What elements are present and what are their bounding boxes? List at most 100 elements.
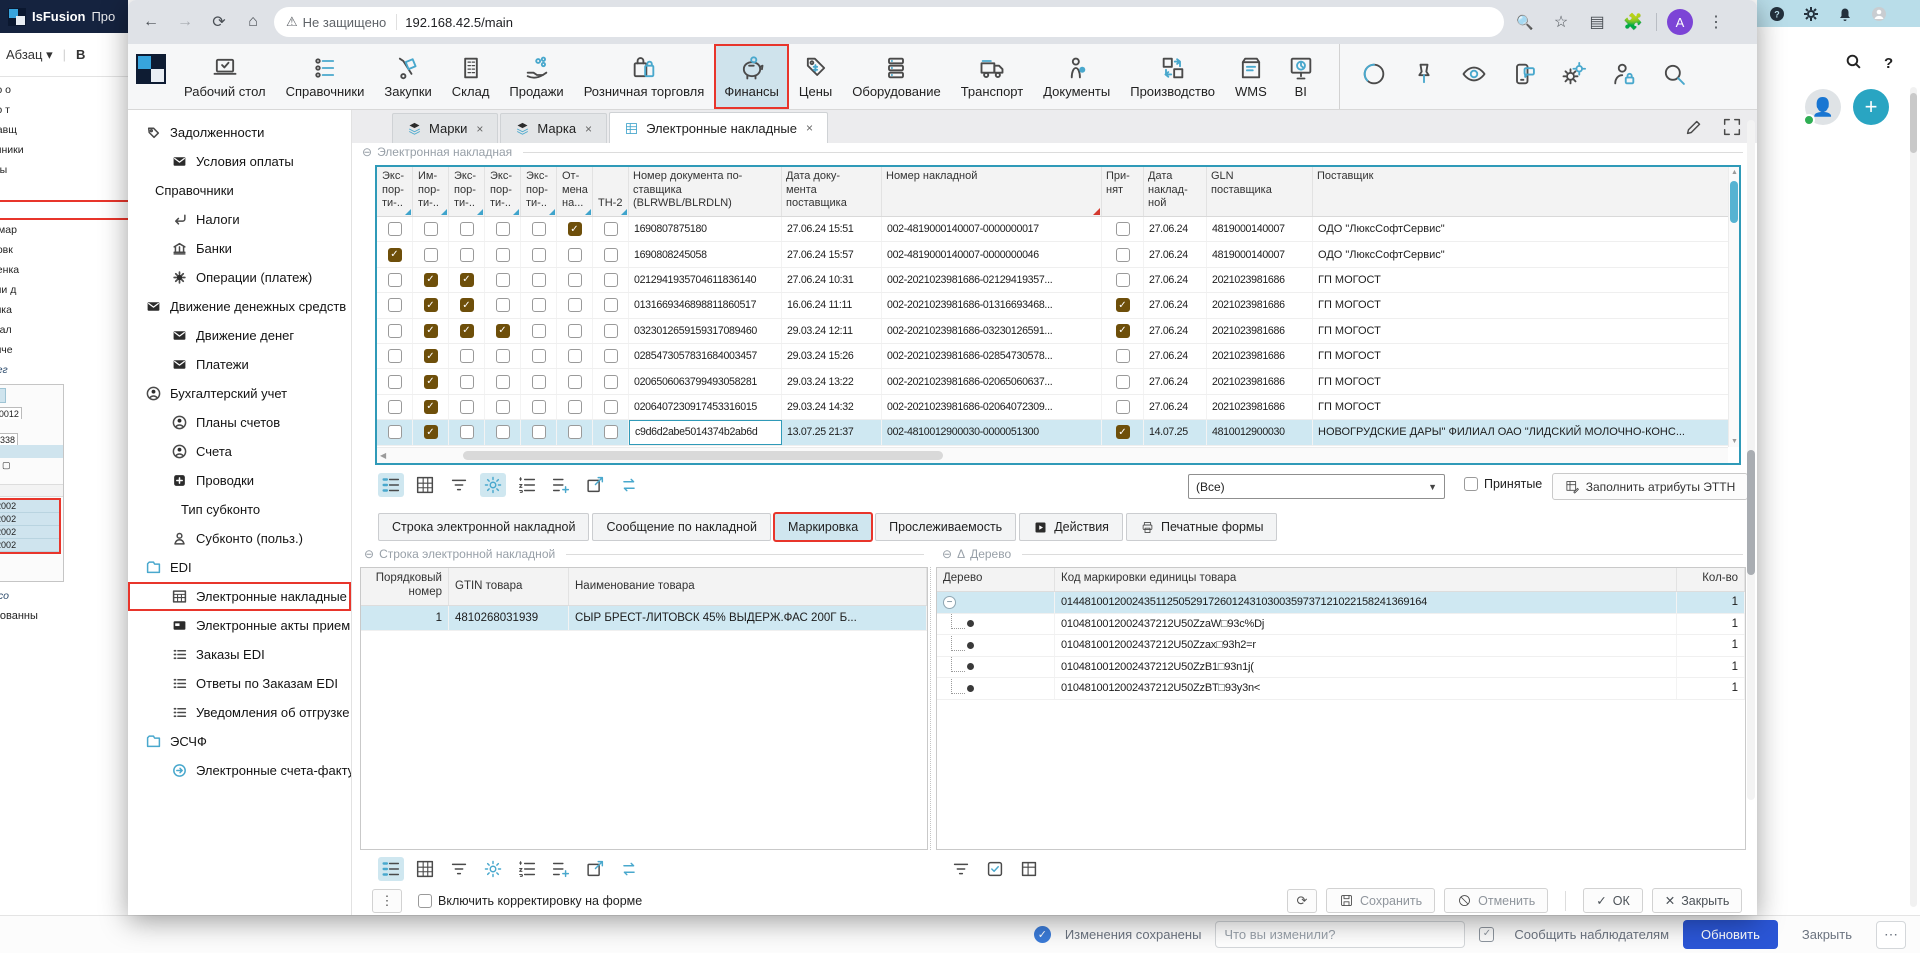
sidebar-item-4[interactable]: Банки: [128, 234, 351, 263]
marking-code[interactable]: 0104810012002437212U50ZzB1□93n1j(: [1055, 657, 1677, 678]
sidebar-item-17[interactable]: Электронные акты приемки: [128, 611, 351, 640]
row-checkbox[interactable]: [496, 248, 510, 262]
eye-button[interactable]: [1460, 60, 1488, 93]
cell-doc-number[interactable]: 0323012659159317089460: [629, 319, 782, 343]
sidebar-item-10[interactable]: Планы счетов: [128, 408, 351, 437]
cell-waybill[interactable]: 002-2021023981686-01316693468...: [882, 293, 1102, 317]
table-row-7[interactable]: ✓020640723091745331601529.03.24 14:32002…: [377, 395, 1739, 420]
accepted-row-checkbox[interactable]: ✓: [1116, 324, 1130, 338]
tree-table-header[interactable]: Дерево Код маркировки единицы товара Кол…: [937, 568, 1745, 592]
cell-doc-date[interactable]: 13.07.25 21:37: [782, 420, 882, 444]
row-checkbox[interactable]: [388, 324, 402, 338]
cell-doc-date[interactable]: 27.06.24 15:57: [782, 242, 882, 266]
accepted-filter[interactable]: Принятые: [1464, 477, 1542, 491]
help-link[interactable]: ?: [1884, 55, 1893, 72]
row-checkbox[interactable]: [604, 375, 618, 389]
collapse-icon[interactable]: ⊖: [362, 145, 372, 159]
tb-grid-button[interactable]: [412, 857, 438, 881]
tree-row-0[interactable]: − 01448100120024351125052917260124310300…: [937, 592, 1745, 614]
sidebar-item-13[interactable]: Тип субконто: [128, 495, 351, 524]
cell-waybill[interactable]: 002-2021023981686-02854730578...: [882, 344, 1102, 368]
row-checkbox[interactable]: [388, 375, 402, 389]
sidebar-item-0[interactable]: Задолженности: [128, 118, 351, 147]
filter-select[interactable]: (Все)▼: [1188, 474, 1445, 499]
cell-supplier[interactable]: ГП МОГОСТ: [1313, 293, 1739, 317]
cell-date[interactable]: 27.06.24: [1144, 293, 1207, 317]
cell-waybill[interactable]: 002-4810012900030-0000051300: [882, 420, 1102, 444]
cell-date[interactable]: 27.06.24: [1144, 344, 1207, 368]
row-checkbox[interactable]: [532, 298, 546, 312]
table-row-8[interactable]: ✓c9d6d2abe5014374b2ab6d13.07.25 21:37002…: [377, 420, 1739, 445]
row-checkbox[interactable]: ✓: [460, 324, 474, 338]
cell-doc-date[interactable]: 27.06.24 15:51: [782, 217, 882, 241]
search-button[interactable]: [1660, 60, 1688, 93]
row-checkbox[interactable]: [532, 273, 546, 287]
ribbon-item-1[interactable]: Справочники: [276, 44, 375, 109]
reload-icon[interactable]: ⟳: [206, 9, 232, 35]
cell-gln[interactable]: 4819000140007: [1207, 242, 1313, 266]
user-lock-button[interactable]: [1610, 60, 1638, 93]
marking-code[interactable]: 0104810012002437212U50ZzaW□93c%Dj: [1055, 614, 1677, 635]
sidebar-item-1[interactable]: Условия оплаты: [128, 147, 351, 176]
cell-doc-number[interactable]: 0285473057831684003457: [629, 344, 782, 368]
row-checkbox[interactable]: [460, 400, 474, 414]
detail-tab-3[interactable]: Прослеживаемость: [875, 513, 1016, 541]
row-checkbox[interactable]: [496, 349, 510, 363]
row-checkbox[interactable]: [496, 425, 510, 439]
row-checkbox[interactable]: [388, 349, 402, 363]
accepted-row-checkbox[interactable]: [1116, 248, 1130, 262]
table-header[interactable]: Экс-пор-ти-..Им-пор-ти-..Экс-пор-ти-..Эк…: [377, 167, 1739, 217]
row-checkbox[interactable]: [460, 375, 474, 389]
row-checkbox[interactable]: [460, 248, 474, 262]
cell-supplier[interactable]: ГП МОГОСТ: [1313, 369, 1739, 393]
sidebar-item-5[interactable]: Операции (платеж): [128, 263, 351, 292]
row-checkbox[interactable]: [604, 248, 618, 262]
row-checkbox[interactable]: [496, 273, 510, 287]
cell-supplier[interactable]: ГП МОГОСТ: [1313, 268, 1739, 292]
col-header-check-1[interactable]: Им-пор-ти-..: [413, 167, 449, 216]
detail-tab-4[interactable]: Действия: [1019, 513, 1123, 541]
content-scrollbar[interactable]: [1747, 120, 1755, 800]
row-checkbox[interactable]: [460, 222, 474, 236]
accepted-row-checkbox[interactable]: ✓: [1116, 298, 1130, 312]
sidebar-item-6[interactable]: Движение денежных средств: [128, 292, 351, 321]
notify-check-icon[interactable]: ✓: [1479, 927, 1494, 942]
ribbon-item-2[interactable]: Закупки: [374, 44, 441, 109]
sidebar-item-2[interactable]: Справочники: [128, 176, 351, 205]
row-checkbox[interactable]: [532, 400, 546, 414]
sidebar-item-19[interactable]: Ответы по Заказам EDI: [128, 669, 351, 698]
tb-gear-button[interactable]: [480, 473, 506, 497]
cell-date[interactable]: 27.06.24: [1144, 268, 1207, 292]
row-checkbox[interactable]: ✓: [460, 273, 474, 287]
close-page-button[interactable]: Закрыть: [1792, 921, 1862, 948]
row-checkbox[interactable]: ✓: [460, 298, 474, 312]
fullscreen-icon[interactable]: [1721, 116, 1743, 138]
row-checkbox[interactable]: [604, 400, 618, 414]
cell-doc-number[interactable]: 0206506063799493058281: [629, 369, 782, 393]
row-checkbox[interactable]: [568, 375, 582, 389]
accepted-checkbox[interactable]: [1464, 477, 1478, 491]
back-icon[interactable]: ←: [138, 9, 164, 35]
row-checkbox[interactable]: [496, 298, 510, 312]
col-header-check-3[interactable]: Экс-пор-ти-..: [485, 167, 521, 216]
table-hscrollbar[interactable]: ◀: [377, 447, 1728, 463]
row-checkbox[interactable]: [568, 349, 582, 363]
cell-supplier[interactable]: ГП МОГОСТ: [1313, 395, 1739, 419]
cell-doc-number[interactable]: 1690808245058: [629, 242, 782, 266]
cell-waybill[interactable]: 002-2021023981686-02065060637...: [882, 369, 1102, 393]
row-checkbox[interactable]: [424, 248, 438, 262]
marking-tree-table[interactable]: Дерево Код маркировки единицы товара Кол…: [936, 567, 1746, 850]
sidebar-item-20[interactable]: Уведомления об отгрузке ED: [128, 698, 351, 727]
row-checkbox[interactable]: [532, 425, 546, 439]
detail-tab-5[interactable]: Печатные формы: [1126, 513, 1278, 541]
tb-filter-button[interactable]: [948, 857, 974, 881]
table-row-6[interactable]: ✓020650606379949305828129.03.24 13:22002…: [377, 369, 1739, 394]
kebab-menu-icon[interactable]: ⋮: [1703, 9, 1729, 35]
row-checkbox[interactable]: [532, 375, 546, 389]
tab-0[interactable]: Марки ×: [392, 113, 498, 143]
update-button[interactable]: Обновить: [1683, 920, 1778, 949]
side-panel-icon[interactable]: ▤: [1584, 9, 1610, 35]
detail-tab-2[interactable]: Маркировка: [774, 513, 872, 541]
row-checkbox[interactable]: [568, 324, 582, 338]
detail-tab-0[interactable]: Строка электронной накладной: [378, 513, 589, 541]
